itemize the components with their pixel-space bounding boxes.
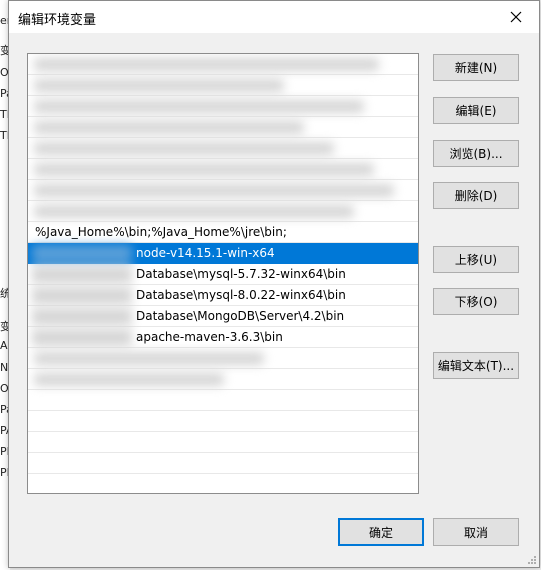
move-up-button[interactable]: 上移(U) — [433, 246, 519, 273]
list-item[interactable] — [28, 180, 418, 201]
redacted-text — [34, 58, 379, 71]
redacted-text — [34, 373, 224, 386]
list-item[interactable] — [28, 348, 418, 369]
list-item[interactable]: %Java_Home%\bin;%Java_Home%\jre\bin; — [28, 222, 418, 243]
move-down-button[interactable]: 下移(O) — [433, 288, 519, 315]
redacted-text — [34, 121, 304, 134]
cancel-button[interactable]: 取消 — [433, 518, 519, 546]
list-item-text: Database\mysql-5.7.32-winx64\bin — [136, 267, 346, 281]
delete-button[interactable]: 删除(D) — [433, 182, 519, 209]
redacted-text — [34, 100, 364, 113]
redacted-text — [34, 205, 354, 218]
close-icon — [510, 11, 522, 23]
list-item-text: node-v14.15.1-win-x64 — [136, 246, 275, 260]
redacted-text — [32, 287, 132, 304]
redacted-text — [32, 308, 132, 325]
list-item[interactable]: apache-maven-3.6.3\bin — [28, 327, 418, 348]
edit-text-button[interactable]: 编辑文本(T)... — [433, 352, 519, 379]
list-item-text: Database\MongoDB\Server\4.2\bin — [136, 309, 345, 323]
close-button[interactable] — [493, 1, 539, 33]
list-item[interactable]: Database\mysql-8.0.22-winx64\bin — [28, 285, 418, 306]
edit-env-variable-dialog: 编辑环境变量 %Java_Home%\bin;%Java_Home%\jre\b… — [8, 0, 540, 568]
list-item[interactable] — [28, 369, 418, 390]
path-list[interactable]: %Java_Home%\bin;%Java_Home%\jre\bin;node… — [27, 53, 419, 494]
new-button[interactable]: 新建(N) — [433, 54, 519, 81]
list-item[interactable] — [28, 432, 418, 453]
edit-button[interactable]: 编辑(E) — [433, 97, 519, 124]
redacted-text — [34, 184, 394, 197]
redacted-text — [32, 245, 132, 262]
list-item[interactable]: Database\mysql-5.7.32-winx64\bin — [28, 264, 418, 285]
redacted-text — [34, 352, 264, 365]
redacted-text — [34, 163, 374, 176]
list-item[interactable] — [28, 117, 418, 138]
redacted-text — [32, 329, 132, 346]
list-item[interactable] — [28, 54, 418, 75]
ok-button[interactable]: 确定 — [338, 518, 424, 546]
browse-button[interactable]: 浏览(B)... — [433, 140, 519, 167]
list-item[interactable] — [28, 411, 418, 432]
list-item[interactable] — [28, 159, 418, 180]
list-item-text: apache-maven-3.6.3\bin — [136, 330, 283, 344]
list-item[interactable] — [28, 96, 418, 117]
list-item[interactable] — [28, 201, 418, 222]
list-item[interactable] — [28, 138, 418, 159]
title-bar[interactable]: 编辑环境变量 — [9, 1, 539, 33]
redacted-text — [32, 266, 132, 283]
resize-grip-icon[interactable] — [527, 555, 537, 565]
list-item[interactable] — [28, 390, 418, 411]
list-item[interactable] — [28, 75, 418, 96]
redacted-text — [34, 142, 334, 155]
list-item[interactable] — [28, 453, 418, 474]
list-item[interactable]: Database\MongoDB\Server\4.2\bin — [28, 306, 418, 327]
redacted-text — [34, 79, 284, 92]
list-item-text: Database\mysql-8.0.22-winx64\bin — [136, 288, 346, 302]
list-item-text: %Java_Home%\bin;%Java_Home%\jre\bin; — [35, 225, 287, 239]
list-item[interactable]: node-v14.15.1-win-x64 — [28, 243, 418, 264]
dialog-title: 编辑环境变量 — [18, 13, 97, 28]
